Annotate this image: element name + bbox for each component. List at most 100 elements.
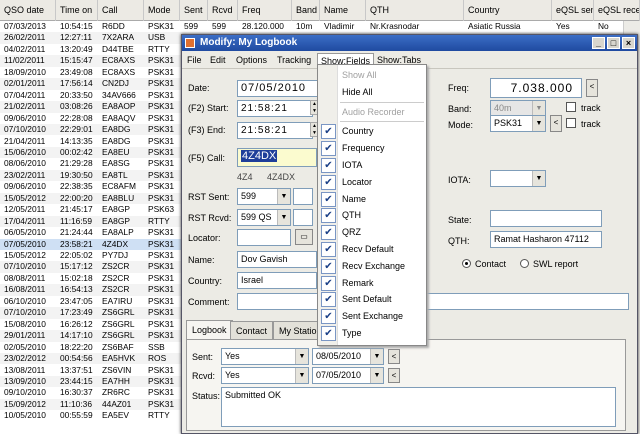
iota-combo[interactable]: ▼: [490, 170, 546, 187]
qth-field[interactable]: Ramat Hasharon 47112: [490, 231, 602, 248]
status-field[interactable]: Submitted OK: [221, 387, 616, 427]
dropdown-arrow-icon[interactable]: ▼: [277, 189, 290, 204]
freq-field[interactable]: 7.038.000: [490, 78, 582, 98]
mode-prev-button[interactable]: <: [550, 115, 562, 132]
cell-mode: PSK31: [148, 284, 175, 295]
band-track-checkbox[interactable]: [566, 102, 576, 112]
country-field[interactable]: Israel: [237, 272, 317, 289]
col-mode[interactable]: Mode: [144, 0, 180, 21]
menu-item-label: Sent Default: [342, 294, 392, 305]
dialog-titlebar[interactable]: Modify: My Logbook _ □ ×: [182, 35, 637, 51]
menu-item-label: IOTA: [342, 160, 363, 170]
cell-time: 13:20:49: [60, 43, 93, 54]
col-name[interactable]: Name: [320, 0, 366, 21]
menu-options[interactable]: Options: [233, 53, 270, 68]
rst-rcvd-combo[interactable]: 599 QS ▼: [237, 209, 291, 226]
cell-mode: PSK31: [148, 364, 175, 375]
col-call[interactable]: Call: [98, 0, 144, 21]
minimize-icon[interactable]: _: [592, 37, 605, 49]
menu-item-qth[interactable]: ✔ QTH: [318, 207, 426, 224]
menu-tracking[interactable]: Tracking: [274, 53, 314, 68]
col-eqsl-rcvd[interactable]: eQSL rece: [594, 0, 640, 21]
date-field[interactable]: 07/05/2010: [237, 80, 319, 97]
start-time-field[interactable]: 21:58:21: [237, 100, 313, 117]
qth-label: QTH:: [448, 236, 470, 246]
dropdown-arrow-icon[interactable]: ▼: [532, 171, 545, 186]
menu-file[interactable]: File: [184, 53, 205, 68]
menu-item-hide-all[interactable]: Hide All: [318, 84, 426, 101]
menu-edit[interactable]: Edit: [207, 53, 229, 68]
rst-sent-extra[interactable]: [293, 188, 313, 205]
freq-prev-button[interactable]: <: [586, 79, 598, 97]
col-time-on[interactable]: Time on: [56, 0, 98, 21]
menu-item-qrz[interactable]: ✔ QRZ: [318, 224, 426, 241]
state-field[interactable]: [490, 210, 602, 227]
eqsl-sent-date[interactable]: 08/05/2010 ▼: [312, 348, 384, 365]
menu-item-remark[interactable]: ✔ Remark: [318, 275, 426, 292]
call-field[interactable]: 4Z4DX: [237, 148, 317, 167]
tab-logbook[interactable]: Logbook: [186, 320, 233, 340]
menu-item-frequency[interactable]: ✔ Frequency: [318, 140, 426, 157]
table-row[interactable]: 07/03/2013 10:54:15 R6DD PSK31 599 599 2…: [0, 21, 640, 32]
swl-radio[interactable]: [520, 259, 529, 268]
col-qth[interactable]: QTH: [366, 0, 464, 21]
menu-item-label: Remark: [342, 277, 374, 288]
cell-call: ZS6GRL: [102, 307, 135, 318]
sent-prev-button[interactable]: <: [388, 349, 400, 364]
comment-field[interactable]: [237, 293, 629, 310]
col-qso-date[interactable]: QSO date: [0, 0, 56, 21]
rst-sent-combo[interactable]: 599 ▼: [237, 188, 291, 205]
date-label: Date:: [188, 83, 210, 93]
rcvd-prev-button[interactable]: <: [388, 368, 400, 383]
menu-item-recv-exchange[interactable]: ✔ Recv Exchange: [318, 258, 426, 275]
dropdown-arrow-icon[interactable]: ▼: [532, 101, 545, 116]
tab-contact[interactable]: Contact: [230, 321, 274, 339]
menu-item-type[interactable]: ✔ Type: [318, 325, 426, 342]
map-icon[interactable]: ▭: [295, 229, 313, 245]
dropdown-arrow-icon[interactable]: ▼: [532, 116, 545, 131]
rst-rcvd-extra[interactable]: [293, 209, 313, 226]
col-country[interactable]: Country: [464, 0, 552, 21]
dropdown-arrow-icon[interactable]: ▼: [295, 368, 308, 383]
col-eqsl-sent[interactable]: eQSL sent: [552, 0, 594, 21]
cell-call: EA8AQV: [102, 112, 136, 123]
eqsl-sent-combo[interactable]: Yes ▼: [221, 348, 309, 365]
col-rcvd[interactable]: Rcvd: [208, 0, 238, 21]
cell-time: 10:54:15: [60, 21, 93, 31]
cell-date: 13/09/2010: [4, 375, 46, 386]
menu-item-sent-default[interactable]: ✔ Sent Default: [318, 291, 426, 308]
menu-item-recv-default[interactable]: ✔ Recv Default: [318, 241, 426, 258]
cell-time: 15:02:18: [60, 272, 93, 283]
cell-time: 00:02:42: [60, 146, 93, 157]
cell-date: 09/06/2010: [4, 112, 46, 123]
locator-field[interactable]: [237, 229, 291, 246]
name-field[interactable]: Dov Gavish: [237, 251, 317, 268]
close-icon[interactable]: ×: [622, 37, 635, 49]
cell-mode: RTTY: [148, 410, 170, 421]
dropdown-arrow-icon[interactable]: ▼: [370, 368, 383, 383]
contact-radio[interactable]: [462, 259, 471, 268]
maximize-icon[interactable]: □: [607, 37, 620, 49]
mode-combo[interactable]: PSK31 ▼: [490, 115, 546, 132]
menu-item-locator[interactable]: ✔ Locator: [318, 174, 426, 191]
menu-item-label: Show All: [342, 70, 377, 80]
menu-item-country[interactable]: ✔ Country: [318, 123, 426, 140]
cell-time: 15:15:47: [60, 55, 93, 66]
menu-item-sent-exchange[interactable]: ✔ Sent Exchange: [318, 308, 426, 325]
cell-date: 07/10/2010: [4, 124, 46, 135]
dropdown-arrow-icon[interactable]: ▼: [370, 349, 383, 364]
col-freq[interactable]: Freq: [238, 0, 292, 21]
checkmark-icon: ✔: [321, 158, 336, 173]
col-band[interactable]: Band: [292, 0, 320, 21]
eqsl-rcvd-date[interactable]: 07/05/2010 ▼: [312, 367, 384, 384]
mode-track-checkbox[interactable]: [566, 118, 576, 128]
dropdown-arrow-icon[interactable]: ▼: [295, 349, 308, 364]
cell-date: 15/06/2010: [4, 146, 46, 157]
cell-sent: 599: [184, 21, 198, 31]
end-time-field[interactable]: 21:58:21: [237, 122, 313, 139]
eqsl-rcvd-combo[interactable]: Yes ▼: [221, 367, 309, 384]
menu-item-name[interactable]: ✔ Name: [318, 191, 426, 208]
menu-item-iota[interactable]: ✔ IOTA: [318, 157, 426, 174]
dropdown-arrow-icon[interactable]: ▼: [277, 210, 290, 225]
col-sent[interactable]: Sent: [180, 0, 208, 21]
